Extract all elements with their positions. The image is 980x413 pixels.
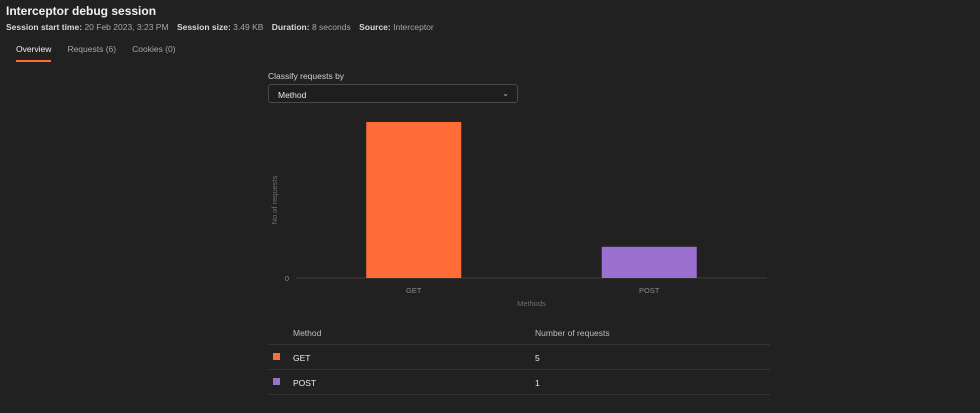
session-title: Interceptor debug session	[6, 4, 157, 18]
meta-source-label: Source:	[359, 22, 391, 32]
bar-get	[366, 122, 462, 278]
table-row: POST 1	[268, 370, 770, 395]
classify-select[interactable]: Method ⌄	[268, 84, 518, 103]
meta-size-label: Session size:	[176, 22, 231, 32]
header-method: Method	[293, 328, 322, 338]
post-color-swatch	[273, 378, 280, 385]
requests-table: Method Number of requests GET 5 POST 1	[268, 320, 770, 395]
meta-start-label: Session start time:	[6, 22, 83, 32]
table-header-row: Method Number of requests	[268, 320, 770, 345]
session-meta: Session start time: 20 Feb 2023, 3:23 PM…	[6, 22, 434, 32]
x-tick-label: GET	[406, 286, 422, 295]
classify-label: Classify requests by	[268, 71, 345, 81]
classify-selected-value: Method	[278, 90, 307, 100]
tab-overview[interactable]: Overview	[16, 44, 52, 62]
requests-bar-chart: GET POST 0 Methods No of requests	[270, 122, 767, 308]
y-axis-label: No of requests	[270, 175, 279, 224]
meta-source-value: Interceptor	[393, 22, 434, 32]
table-row: GET 5	[268, 345, 770, 370]
session-tabs: Overview Requests (6) Cookies (0)	[16, 44, 176, 62]
meta-duration-label: Duration:	[271, 22, 310, 32]
tab-requests[interactable]: Requests (6)	[67, 44, 116, 62]
tab-cookies[interactable]: Cookies (0)	[132, 44, 175, 62]
bar-post	[601, 246, 697, 278]
x-axis-label: Methods	[517, 299, 546, 308]
header-count: Number of requests	[535, 328, 610, 338]
y-tick-label: 0	[285, 274, 289, 283]
x-tick-label: POST	[639, 286, 660, 295]
meta-size-value: 3.49 KB	[233, 22, 264, 32]
row-method: POST	[293, 378, 317, 388]
meta-duration-value: 8 seconds	[311, 22, 351, 32]
meta-start-value: 20 Feb 2023, 3:23 PM	[84, 22, 169, 32]
row-count: 1	[535, 378, 540, 388]
get-color-swatch	[273, 353, 280, 360]
chevron-down-icon: ⌄	[502, 89, 509, 98]
row-method: GET	[293, 353, 311, 363]
row-count: 5	[535, 353, 540, 363]
